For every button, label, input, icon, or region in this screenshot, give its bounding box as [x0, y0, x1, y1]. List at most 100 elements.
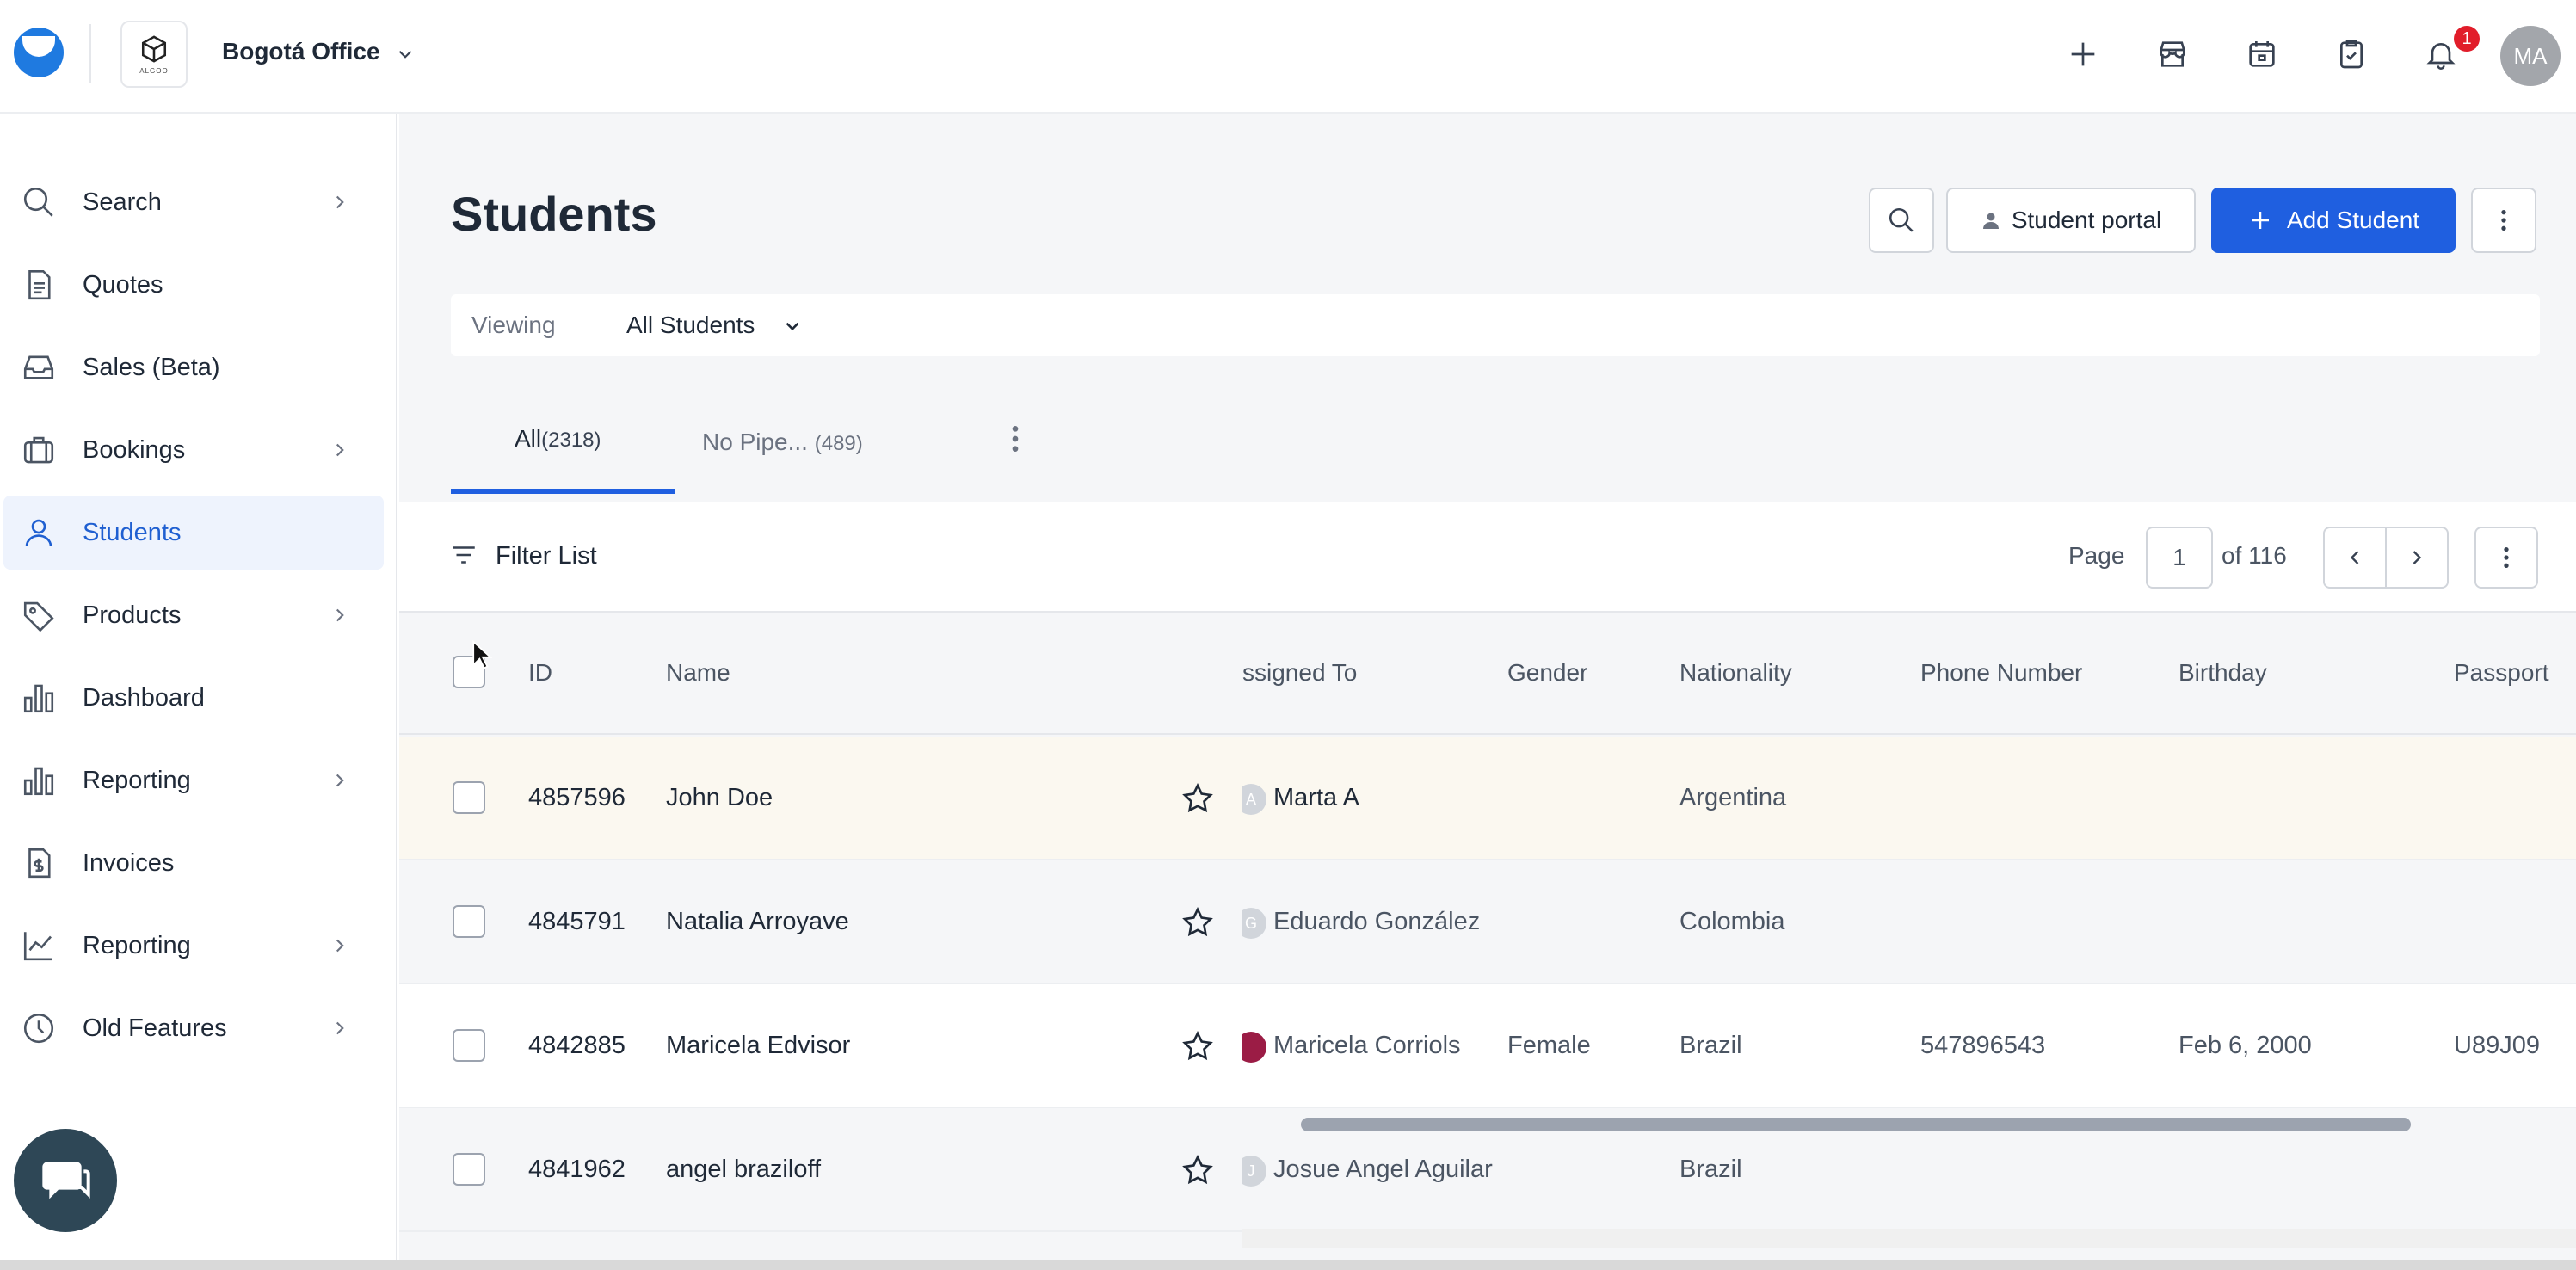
sidebar-item-label: Old Features: [83, 1014, 227, 1042]
student-portal-label: Student portal: [2011, 207, 2162, 233]
sidebar-item-label: Quotes: [83, 271, 163, 299]
sidebar-item-label: Students: [83, 519, 182, 546]
nationality: Brazil: [1679, 1032, 1742, 1059]
user-icon: [1982, 213, 1999, 229]
plus-icon: [2251, 212, 2269, 229]
add-student-button[interactable]: Add Student: [2211, 188, 2456, 253]
sidebar-item-old-features[interactable]: Old Features: [3, 991, 384, 1065]
tab-all[interactable]: All(2318): [515, 425, 601, 453]
list-options-button[interactable]: [2474, 527, 2538, 589]
nationality: Brazil: [1679, 1156, 1742, 1183]
column-header-name[interactable]: Name: [666, 659, 730, 687]
chevron-down-icon[interactable]: [394, 43, 416, 65]
avatar[interactable]: MA: [2500, 26, 2561, 86]
sidebar-item-quotes[interactable]: Quotes: [3, 248, 384, 322]
sidebar-item-reporting[interactable]: Reporting: [3, 743, 384, 817]
star-icon[interactable]: [1180, 1029, 1215, 1063]
search-button[interactable]: [1869, 188, 1934, 253]
office-logo-text: ALGOO: [139, 66, 169, 75]
column-header-birthday[interactable]: Birthday: [2179, 659, 2267, 687]
student-portal-button[interactable]: Student portal: [1946, 188, 2196, 253]
viewing-value: All Students: [626, 311, 755, 338]
scrollbar-thumb[interactable]: [1301, 1118, 2411, 1131]
store-icon[interactable]: [2151, 33, 2194, 76]
student-id: 4857596: [528, 784, 626, 811]
active-tab-indicator: [451, 489, 675, 494]
star-icon[interactable]: [1180, 781, 1215, 816]
phone-number: 547896543: [1920, 1032, 2046, 1059]
chevron-right-icon: [336, 774, 344, 787]
chevron-left-icon: [2350, 551, 2359, 564]
sidebar-item-products[interactable]: Products: [3, 578, 384, 652]
assignee-avatar: J: [1242, 1156, 1266, 1187]
line-chart-icon: [23, 932, 52, 961]
student-name[interactable]: angel braziloff: [666, 1156, 821, 1184]
scrollable-header: ssigned To Gender Nationality Phone Numb…: [1242, 614, 2576, 735]
chevron-right-icon: [336, 939, 344, 952]
kebab-icon: [2504, 547, 2509, 568]
page-number-input[interactable]: [2146, 527, 2213, 589]
tab-no-pipeline[interactable]: No Pipe... (489): [702, 428, 863, 456]
student-name[interactable]: John Doe: [666, 784, 773, 812]
chat-button[interactable]: [14, 1129, 117, 1232]
column-header-id[interactable]: ID: [528, 659, 552, 687]
column-header-assigned-to[interactable]: ssigned To: [1242, 659, 1357, 687]
clock-icon: [23, 1013, 54, 1044]
sidebar-item-reporting-2[interactable]: Reporting: [3, 909, 384, 983]
scrollable-cells: Maricela Corriols Female Brazil 54789654…: [1242, 984, 2576, 1108]
sidebar-item-sales[interactable]: Sales (Beta): [3, 330, 384, 404]
column-header-nationality[interactable]: Nationality: [1679, 659, 1792, 687]
briefcase-icon: [23, 436, 54, 464]
table-row[interactable]: 4842885 Maricela Edvisor Maricela Corrio…: [399, 984, 2576, 1108]
sidebar-item-label: Search: [83, 188, 162, 216]
chevron-right-icon: [336, 443, 344, 457]
star-icon[interactable]: [1180, 905, 1215, 940]
student-name[interactable]: Maricela Edvisor: [666, 1032, 850, 1060]
sidebar-item-bookings[interactable]: Bookings: [3, 413, 384, 487]
table-header: ID Name ssigned To Gender Nationality Ph…: [399, 614, 2576, 735]
office-selector[interactable]: Bogotá Office: [222, 38, 380, 65]
sidebar-item-label: Reporting: [83, 767, 191, 794]
row-checkbox[interactable]: [453, 1153, 485, 1186]
filter-list-button[interactable]: Filter List: [496, 542, 597, 570]
document-icon: [28, 269, 51, 300]
main-content: Students Student portal Add Student View…: [399, 114, 2576, 1270]
column-header-gender[interactable]: Gender: [1507, 659, 1587, 687]
horizontal-scrollbar[interactable]: [1242, 1229, 2576, 1248]
office-logo[interactable]: ALGOO: [120, 21, 188, 88]
filter-icon[interactable]: [449, 540, 478, 570]
chat-icon: [42, 1162, 90, 1199]
row-checkbox[interactable]: [453, 905, 485, 938]
row-checkbox[interactable]: [453, 1029, 485, 1062]
sidebar-item-dashboard[interactable]: Dashboard: [3, 661, 384, 735]
student-id: 4841962: [528, 1156, 626, 1183]
table-row[interactable]: 4857596 John Doe A Marta A Argentina: [399, 737, 2576, 860]
viewing-label: Viewing: [471, 311, 556, 338]
table-row[interactable]: 4845791 Natalia Arroyave G Eduardo Gonzá…: [399, 860, 2576, 984]
app-logo[interactable]: [14, 28, 64, 77]
tag-icon: [23, 601, 54, 632]
plus-icon[interactable]: [2061, 33, 2105, 76]
sidebar-item-invoices[interactable]: Invoices: [3, 826, 384, 900]
scrollable-cells: G Eduardo González Colombia: [1242, 860, 2576, 984]
column-header-passport[interactable]: Passport: [2454, 659, 2549, 687]
calendar-icon[interactable]: [2240, 33, 2283, 76]
tabs: All(2318) No Pipe... (489): [399, 387, 2576, 496]
next-page-button[interactable]: [2385, 527, 2449, 589]
cursor-icon: [472, 640, 493, 669]
star-icon[interactable]: [1180, 1153, 1215, 1187]
row-checkbox[interactable]: [453, 781, 485, 814]
kebab-icon[interactable]: [998, 422, 1032, 456]
student-id: 4845791: [528, 908, 626, 935]
assigned-to: Marta A: [1273, 784, 1359, 811]
column-header-phone[interactable]: Phone Number: [1920, 659, 2082, 687]
clipboard-check-icon[interactable]: [2330, 33, 2373, 76]
more-options-button[interactable]: [2471, 188, 2536, 253]
student-name[interactable]: Natalia Arroyave: [666, 908, 849, 936]
sidebar-item-search[interactable]: Search: [3, 165, 384, 239]
sidebar-item-students[interactable]: Students: [3, 496, 384, 570]
page-total: of 116: [2222, 542, 2287, 569]
chevron-right-icon: [336, 608, 344, 622]
previous-page-button[interactable]: [2323, 527, 2387, 589]
view-selector[interactable]: Viewing All Students: [451, 294, 2540, 356]
